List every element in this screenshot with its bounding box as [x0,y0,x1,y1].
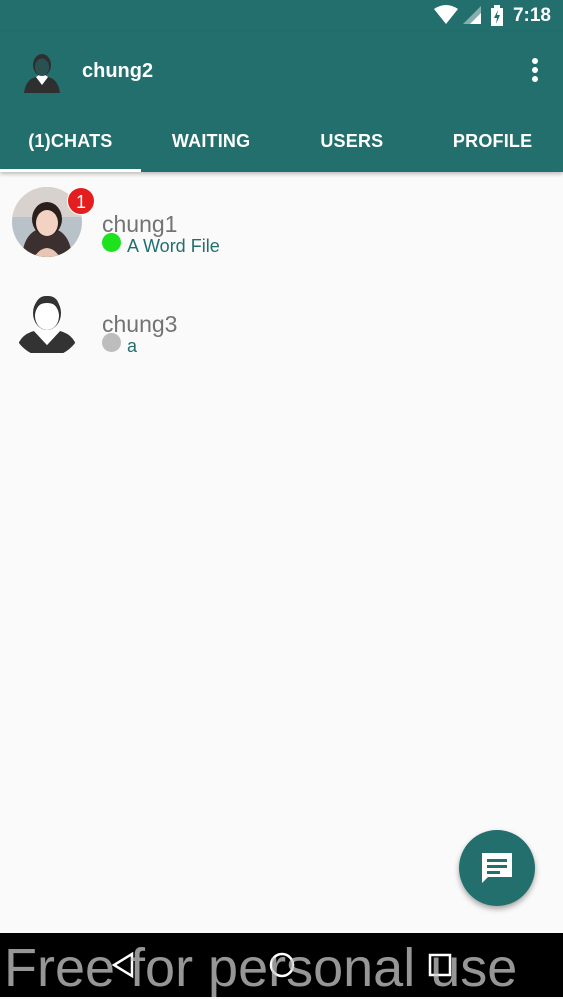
tab-chats[interactable]: (1)CHATS [0,110,141,172]
status-bar: 7:18 [0,0,563,32]
app-title: chung2 [82,60,154,82]
more-vert-icon [532,58,538,82]
chat-message-icon [482,853,512,883]
tab-users[interactable]: USERS [282,110,423,172]
user-avatar-icon [24,54,60,93]
system-nav-bar [0,933,563,997]
back-icon[interactable] [110,951,136,979]
chat-row-chung1[interactable]: 1 chung1 A Word File [0,175,563,275]
new-message-fab[interactable] [459,830,535,906]
signal-icon [463,6,481,24]
tab-bar: (1)CHATS WAITING USERS PROFILE [0,110,563,172]
user-avatar-icon [12,287,82,357]
chat-row-chung3[interactable]: chung3 a [0,275,563,375]
wifi-icon [434,5,458,24]
status-time: 7:18 [512,5,551,26]
contact-default-avatar [12,287,82,357]
tab-waiting[interactable]: WAITING [141,110,282,172]
chat-list: 1 chung1 A Word File chung3 a [0,175,563,375]
app-bar: chung2 (1)CHATS WAITING USERS PROFILE [0,32,563,172]
online-status-dot [102,233,121,252]
offline-status-dot [102,333,121,352]
last-message: a [127,336,138,356]
unread-badge: 1 [67,187,95,215]
tab-profile[interactable]: PROFILE [422,110,563,172]
recents-icon[interactable] [427,951,453,979]
last-message: A Word File [127,236,220,256]
home-icon[interactable] [268,951,296,979]
profile-avatar[interactable] [18,47,66,95]
more-options-button[interactable] [523,56,547,84]
battery-charging-icon [491,5,503,26]
